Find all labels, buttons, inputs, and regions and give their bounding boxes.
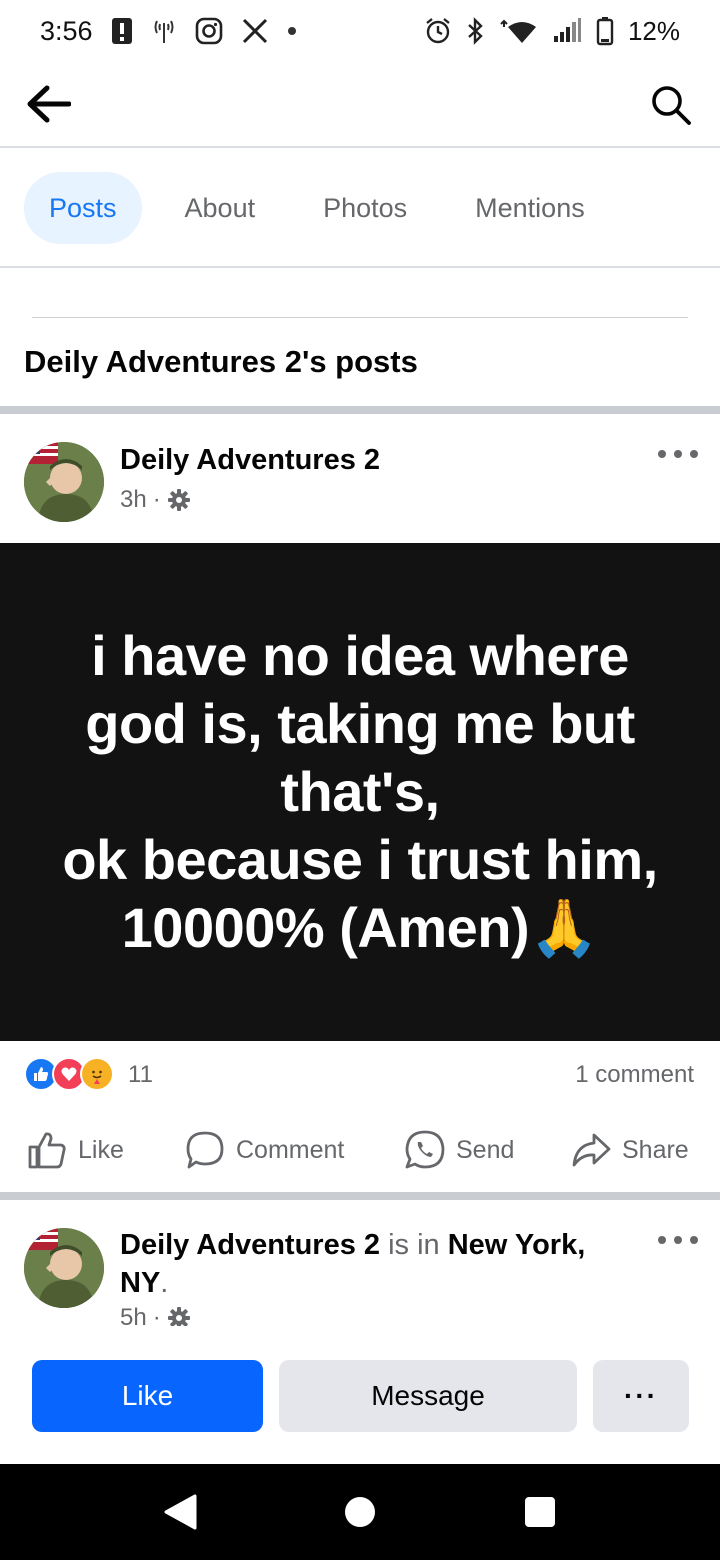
instagram-icon — [195, 17, 223, 45]
post-header: Deily Adventures 2 is in New York, NY. 5… — [0, 1200, 720, 1326]
post-meta: 5h · — [120, 1304, 191, 1326]
tab-photos[interactable]: Photos — [298, 172, 432, 244]
post-text-line: 10000% (Amen)🙏 — [121, 896, 599, 959]
post-meta: 3h · — [120, 486, 191, 514]
battery-percent: 12% — [627, 15, 680, 46]
nav-back-button[interactable] — [160, 1492, 200, 1532]
share-label: Share — [622, 1135, 689, 1164]
nav-recents-button[interactable] — [520, 1492, 560, 1532]
signal-tower-icon — [151, 17, 177, 45]
comment-icon — [186, 1131, 224, 1169]
post-location-line: Deily Adventures 2 is in New York, NY. — [120, 1226, 640, 1302]
profile-tabs: Posts About Photos Mentions — [0, 150, 720, 268]
post-header: Deily Adventures 2 3h · — [0, 414, 720, 544]
post-more-button[interactable] — [658, 1230, 698, 1250]
search-icon — [652, 86, 691, 125]
nav-home-button[interactable] — [340, 1492, 380, 1532]
profile-action-bar: Like Message ··· — [0, 1326, 720, 1464]
battery-icon — [596, 16, 614, 46]
share-icon — [572, 1133, 611, 1167]
post-time: 3h — [120, 486, 147, 513]
divider — [32, 317, 688, 318]
status-bar: 3:56 12% — [0, 0, 720, 62]
post-actions: Like Comment Send Share — [0, 1120, 720, 1180]
send-label: Send — [456, 1135, 515, 1164]
send-button[interactable]: Send — [404, 1120, 514, 1180]
share-button[interactable]: Share — [570, 1120, 689, 1180]
x-icon — [241, 17, 269, 45]
post-text-line: that's, — [280, 760, 440, 823]
section-title: Deily Adventures 2's posts — [24, 344, 418, 379]
bluetooth-icon — [466, 17, 484, 45]
system-nav-bar — [0, 1464, 720, 1560]
post-text-line: god is, taking me but — [85, 692, 635, 755]
post-more-button[interactable] — [658, 444, 698, 464]
meta-separator: · — [152, 486, 161, 513]
triangle-back-icon — [164, 1494, 197, 1530]
section-separator — [0, 406, 720, 414]
tab-posts[interactable]: Posts — [24, 172, 142, 244]
message-button[interactable]: Message — [279, 1360, 577, 1432]
avatar[interactable] — [24, 442, 104, 522]
like-button[interactable]: Like — [26, 1120, 124, 1180]
whatsapp-icon — [405, 1130, 445, 1169]
reactions-summary[interactable]: 11 1 comment — [0, 1055, 720, 1095]
comment-label: Comment — [236, 1135, 345, 1164]
gear-icon — [167, 489, 190, 511]
like-label: Like — [78, 1135, 124, 1164]
status-time: 3:56 — [40, 15, 93, 46]
app-header — [0, 62, 720, 148]
wifi-icon — [498, 17, 538, 45]
more-options-button[interactable]: ··· — [593, 1360, 689, 1432]
tab-about[interactable]: About — [160, 172, 281, 244]
post-text-line: ok because i trust him, — [62, 828, 658, 891]
post-image[interactable]: i have no idea where god is, taking me b… — [0, 543, 720, 1041]
arrow-left-icon — [27, 85, 71, 123]
search-button[interactable] — [646, 80, 696, 130]
square-recents-icon — [525, 1497, 555, 1527]
reaction-icons — [24, 1057, 114, 1091]
meta-separator: · — [152, 1304, 161, 1326]
cell-signal-icon — [552, 18, 582, 44]
dot-icon — [287, 26, 297, 36]
period: . — [160, 1267, 169, 1299]
post-separator — [0, 1192, 720, 1200]
post-text: i have no idea where god is, taking me b… — [20, 622, 700, 962]
alert-icon — [111, 17, 133, 45]
care-reaction-icon — [80, 1057, 114, 1091]
post-text-line: i have no idea where — [91, 624, 629, 687]
post-author[interactable]: Deily Adventures 2 — [120, 1229, 380, 1261]
tab-mentions[interactable]: Mentions — [450, 172, 610, 244]
circle-home-icon — [345, 1497, 375, 1527]
avatar[interactable] — [24, 1228, 104, 1308]
thumbs-up-icon — [28, 1132, 66, 1169]
alarm-icon — [424, 17, 452, 45]
comment-count[interactable]: 1 comment — [575, 1061, 694, 1089]
back-button[interactable] — [22, 80, 74, 128]
reaction-count: 11 — [128, 1061, 153, 1088]
page-like-button[interactable]: Like — [32, 1360, 263, 1432]
post-author[interactable]: Deily Adventures 2 — [120, 444, 380, 477]
post-time: 5h — [120, 1304, 147, 1326]
comment-button[interactable]: Comment — [184, 1120, 344, 1180]
gear-icon — [167, 1307, 190, 1326]
is-in-text: is in — [388, 1229, 440, 1261]
